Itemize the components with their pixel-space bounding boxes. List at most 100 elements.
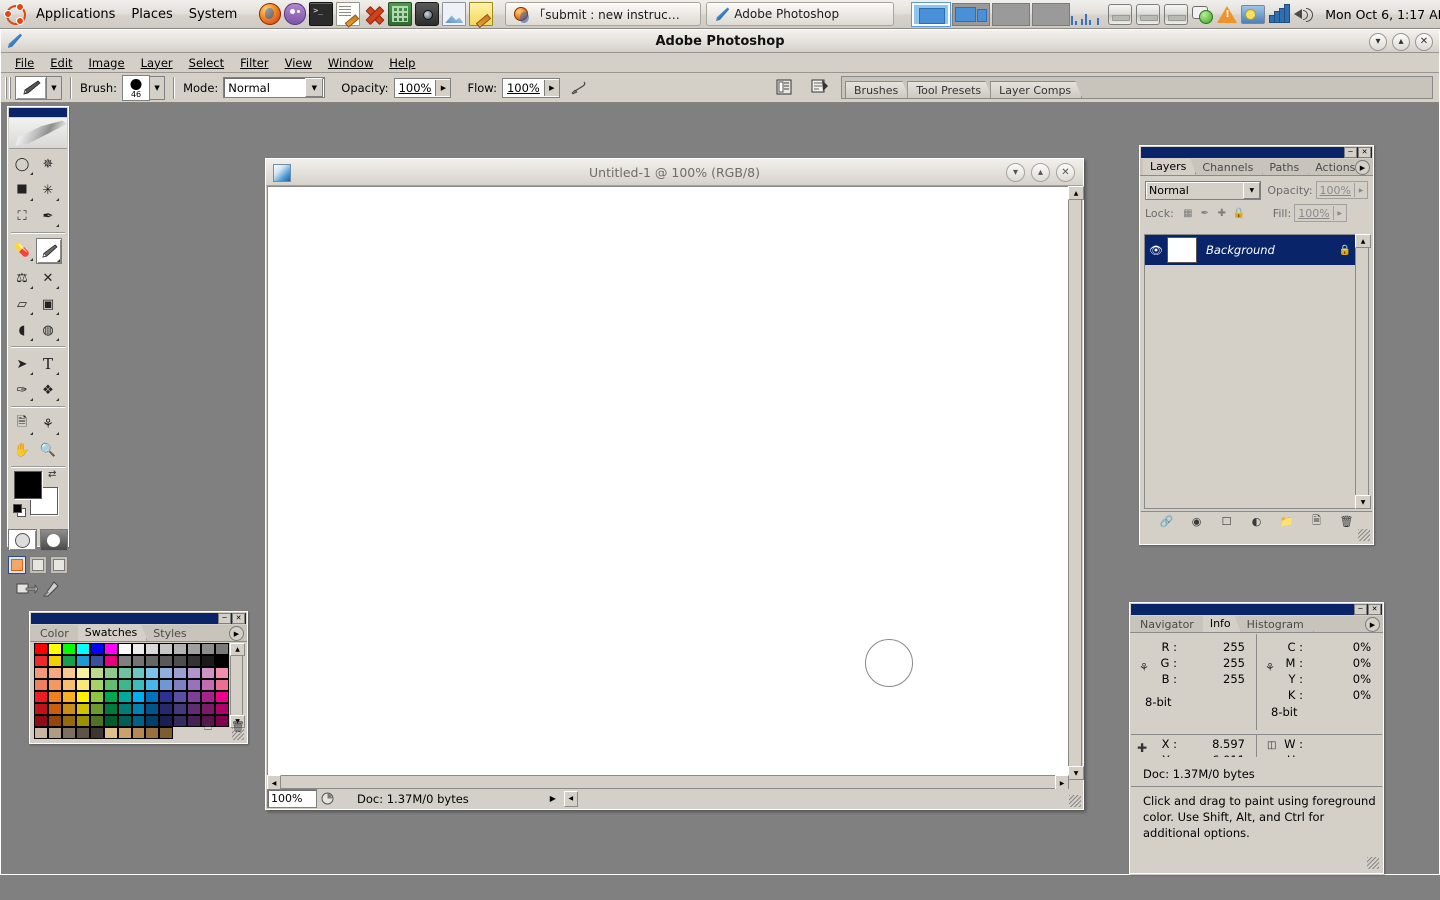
marquee-tool[interactable]: ◯ bbox=[10, 152, 34, 176]
quick-mask-mode-button[interactable] bbox=[39, 529, 68, 551]
volume-icon[interactable] bbox=[1293, 5, 1315, 23]
color-swatch[interactable] bbox=[145, 667, 160, 679]
toolbox-titlebar[interactable] bbox=[9, 108, 67, 117]
color-swatch[interactable] bbox=[103, 679, 118, 691]
tab-info[interactable]: Info bbox=[1203, 616, 1241, 632]
type-tool[interactable]: T bbox=[36, 352, 60, 376]
pidgin-icon[interactable] bbox=[284, 3, 307, 25]
minimize-button[interactable]: ─ bbox=[1354, 604, 1367, 615]
color-swatch[interactable] bbox=[159, 655, 174, 667]
link-layers-icon[interactable]: 🔗 bbox=[1159, 514, 1175, 529]
opacity-slider-arrow[interactable]: ▶ bbox=[435, 79, 451, 96]
color-swatch[interactable] bbox=[117, 667, 132, 679]
color-swatch[interactable] bbox=[215, 691, 229, 703]
color-swatch[interactable] bbox=[61, 643, 76, 655]
menu-image[interactable]: Image bbox=[81, 54, 133, 72]
color-swatch[interactable] bbox=[75, 655, 90, 667]
task-button-photoshop[interactable]: Adobe Photoshop bbox=[706, 2, 895, 26]
color-swatch[interactable] bbox=[34, 703, 48, 715]
color-swatch[interactable] bbox=[61, 703, 76, 715]
chevron-down-icon[interactable]: ▼ bbox=[1243, 181, 1261, 199]
color-swatch[interactable] bbox=[187, 643, 202, 655]
status-proxy-preview-icon[interactable] bbox=[317, 790, 337, 807]
color-swatch[interactable] bbox=[201, 691, 216, 703]
menu-help[interactable]: Help bbox=[381, 54, 423, 72]
color-swatch[interactable] bbox=[34, 679, 48, 691]
menu-file[interactable]: File bbox=[7, 54, 42, 72]
magic-wand-tool[interactable]: ✳ bbox=[36, 178, 60, 202]
color-swatch[interactable] bbox=[131, 691, 146, 703]
status-menu-arrow[interactable]: ▶ bbox=[547, 790, 559, 807]
color-swatch[interactable] bbox=[89, 655, 104, 667]
color-swatch[interactable] bbox=[187, 691, 202, 703]
doc-maximize-button[interactable]: ▴ bbox=[1031, 163, 1050, 182]
clone-stamp-tool[interactable]: ⚖ bbox=[10, 266, 34, 290]
color-swatch[interactable] bbox=[131, 643, 146, 655]
color-swatch[interactable] bbox=[187, 667, 202, 679]
firefox-icon[interactable] bbox=[259, 3, 282, 25]
color-swatch[interactable] bbox=[131, 679, 146, 691]
menu-window[interactable]: Window bbox=[320, 54, 381, 72]
terminal-icon[interactable] bbox=[309, 2, 334, 26]
color-swatch[interactable] bbox=[117, 691, 132, 703]
chat-icon[interactable] bbox=[1192, 5, 1214, 24]
color-swatch[interactable] bbox=[103, 667, 118, 679]
document-resize-grip[interactable] bbox=[1069, 795, 1081, 807]
workspace-2[interactable] bbox=[952, 2, 991, 26]
layers-palette-resize-grip[interactable] bbox=[1358, 529, 1370, 541]
swatches-palette-titlebar[interactable]: ─ ✕ bbox=[31, 613, 246, 624]
options-bar-grip[interactable] bbox=[5, 76, 11, 99]
color-swatch[interactable] bbox=[117, 679, 132, 691]
doc-minimize-button[interactable]: ▾ bbox=[1006, 163, 1025, 182]
color-swatch[interactable] bbox=[47, 691, 62, 703]
fill-slider-arrow[interactable]: ▶ bbox=[1332, 206, 1346, 220]
scroll-down-arrow[interactable]: ▼ bbox=[1355, 495, 1371, 509]
network-icon[interactable] bbox=[1241, 4, 1266, 24]
swatches-palette-resize-grip[interactable] bbox=[232, 728, 244, 740]
color-swatch[interactable] bbox=[61, 655, 76, 667]
scroll-up-arrow[interactable]: ▲ bbox=[1355, 234, 1371, 248]
color-swatch[interactable] bbox=[145, 679, 160, 691]
color-swatch[interactable] bbox=[215, 679, 229, 691]
calculator-icon[interactable] bbox=[388, 2, 413, 26]
menu-view[interactable]: View bbox=[277, 54, 320, 72]
color-swatch[interactable] bbox=[75, 703, 90, 715]
new-group-icon[interactable]: 📁 bbox=[1279, 514, 1295, 529]
tab-histogram[interactable]: Histogram bbox=[1240, 617, 1314, 632]
minimize-button[interactable]: ─ bbox=[218, 613, 231, 624]
layer-list[interactable]: 👁 Background 🔒 bbox=[1144, 234, 1356, 509]
text-editor-icon[interactable] bbox=[336, 2, 361, 26]
info-palette-titlebar[interactable]: ─ ✕ bbox=[1131, 604, 1382, 615]
color-swatch[interactable] bbox=[75, 679, 90, 691]
lock-image-pixels-icon[interactable]: ✒ bbox=[1198, 206, 1212, 220]
default-colors-icon[interactable] bbox=[13, 504, 26, 517]
close-button[interactable]: ✕ bbox=[232, 613, 245, 624]
color-swatch[interactable] bbox=[173, 655, 188, 667]
imageready-icon[interactable] bbox=[42, 580, 60, 601]
eraser-tool[interactable]: ▱ bbox=[10, 292, 34, 316]
color-swatch[interactable] bbox=[47, 667, 62, 679]
hard-drive-icon[interactable] bbox=[1108, 3, 1133, 25]
color-swatch[interactable] bbox=[47, 703, 62, 715]
minimize-button[interactable]: ─ bbox=[1344, 147, 1357, 158]
system-monitor-graph-icon[interactable] bbox=[1070, 3, 1104, 25]
color-swatch[interactable] bbox=[34, 667, 48, 679]
tab-color[interactable]: Color bbox=[33, 626, 79, 641]
tab-channels[interactable]: Channels bbox=[1195, 160, 1263, 175]
zoom-tool[interactable]: 🔍 bbox=[36, 438, 60, 462]
notes-icon[interactable] bbox=[469, 2, 494, 26]
brush-tool[interactable] bbox=[36, 238, 62, 264]
color-swatch[interactable] bbox=[75, 643, 90, 655]
healing-brush-tool[interactable]: 💊 bbox=[10, 238, 34, 262]
notes-tool[interactable]: 🗎 bbox=[10, 412, 34, 436]
full-screen-with-menubar-button[interactable] bbox=[29, 556, 47, 574]
color-swatch[interactable] bbox=[201, 667, 216, 679]
close-red-x-icon[interactable] bbox=[363, 3, 385, 25]
foreground-color-swatch[interactable] bbox=[14, 471, 42, 499]
color-swatch[interactable] bbox=[173, 643, 188, 655]
status-scroll-left[interactable]: ◀ bbox=[563, 790, 578, 807]
table-row[interactable]: 👁 Background 🔒 bbox=[1145, 235, 1355, 265]
color-swatch[interactable] bbox=[131, 703, 146, 715]
swatch-grid-scrollbar[interactable]: ▲ ▼ bbox=[230, 643, 245, 728]
brushes-palette-button[interactable] bbox=[773, 76, 795, 98]
